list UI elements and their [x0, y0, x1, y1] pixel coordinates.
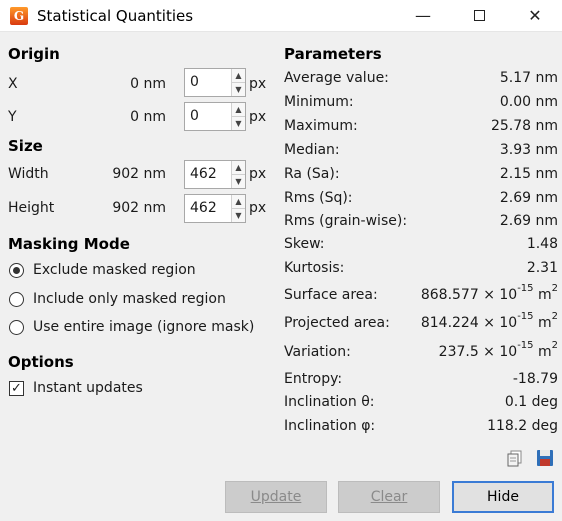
close-button[interactable]: ✕	[512, 0, 558, 32]
parameter-label: Inclination φ:	[284, 418, 376, 434]
parameter-value: 2.31	[526, 260, 558, 276]
parameter-label: Maximum:	[284, 118, 358, 134]
parameter-value-mantissa: 814.224 × 10	[420, 315, 518, 331]
hide-button-label: Hide	[487, 489, 519, 505]
parameter-value: -18.79	[512, 371, 558, 387]
width-spinner[interactable]: 462 ▲ ▼	[184, 160, 246, 189]
parameter-value-mantissa: 237.5 × 10	[438, 344, 518, 360]
parameter-label: Ra (Sa):	[284, 166, 340, 182]
spin-down-icon[interactable]: ▼	[232, 174, 245, 187]
parameter-value: 3.93 nm	[499, 142, 558, 158]
parameter-label: Variation:	[284, 344, 351, 360]
save-icon[interactable]	[536, 449, 554, 467]
parameter-value: 2.15 nm	[499, 166, 558, 182]
parameter-value-unit: m	[533, 287, 552, 303]
spin-up-icon[interactable]: ▲	[232, 69, 245, 82]
parameter-label: Rms (grain-wise):	[284, 213, 408, 229]
parameter-label: Kurtosis:	[284, 260, 345, 276]
parameter-value-exp: -15	[517, 340, 534, 351]
height-spinner[interactable]: 462 ▲ ▼	[184, 194, 246, 223]
hide-button[interactable]: Hide	[452, 481, 554, 513]
origin-x-input[interactable]: 0	[190, 74, 199, 90]
clear-button[interactable]: Clear	[338, 481, 440, 513]
masking-heading: Masking Mode	[8, 235, 130, 253]
minimize-button[interactable]: —	[400, 0, 446, 32]
origin-y-label: Y	[8, 109, 17, 125]
parameters-heading: Parameters	[284, 45, 382, 63]
spin-up-icon[interactable]: ▲	[232, 161, 245, 174]
radio-entire-image-label[interactable]: Use entire image (ignore mask)	[33, 319, 254, 335]
parameter-value: 25.78 nm	[490, 118, 558, 134]
radio-entire-image[interactable]	[9, 320, 24, 335]
origin-x-value: 0 nm	[130, 76, 166, 92]
update-button-label: Update	[250, 489, 302, 505]
parameter-value: 2.69 nm	[499, 190, 558, 206]
parameter-value: 5.17 nm	[499, 70, 558, 86]
parameter-value: 2.69 nm	[499, 213, 558, 229]
parameter-value-exp: -15	[517, 283, 534, 294]
parameter-label: Median:	[284, 142, 340, 158]
origin-heading: Origin	[8, 45, 60, 63]
parameter-value-unit: m	[533, 315, 552, 331]
origin-x-unit: px	[249, 76, 267, 92]
update-button[interactable]: Update	[225, 481, 327, 513]
radio-exclude-masked[interactable]	[9, 263, 24, 278]
title-bar: G Statistical Quantities — ✕	[0, 0, 562, 32]
radio-exclude-masked-label[interactable]: Exclude masked region	[33, 262, 196, 278]
parameter-value: 814.224 × 10-15 m2	[420, 311, 558, 331]
origin-y-spinner[interactable]: 0 ▲ ▼	[184, 102, 246, 131]
width-value: 902 nm	[112, 166, 166, 182]
spin-down-icon[interactable]: ▼	[232, 208, 245, 221]
width-input[interactable]: 462	[190, 166, 217, 182]
spin-up-icon[interactable]: ▲	[232, 103, 245, 116]
origin-y-input[interactable]: 0	[190, 108, 199, 124]
parameter-value: 1.48	[526, 236, 558, 252]
parameter-value-unit-exp: 2	[551, 283, 558, 294]
width-label: Width	[8, 166, 49, 182]
app-logo-icon: G	[10, 7, 28, 25]
origin-x-label: X	[8, 76, 18, 92]
parameter-value: 118.2 deg	[487, 418, 558, 434]
parameter-label: Surface area:	[284, 287, 378, 303]
origin-x-spinner[interactable]: 0 ▲ ▼	[184, 68, 246, 97]
window-title: Statistical Quantities	[37, 7, 194, 25]
height-label: Height	[8, 200, 55, 216]
parameter-value-mantissa: 868.577 × 10	[420, 287, 518, 303]
origin-y-unit: px	[249, 109, 267, 125]
clear-button-label: Clear	[370, 489, 408, 505]
instant-updates-label[interactable]: Instant updates	[33, 380, 143, 396]
width-unit: px	[249, 166, 267, 182]
instant-updates-checkbox[interactable]: ✓	[9, 381, 24, 396]
size-heading: Size	[8, 137, 43, 155]
spin-up-icon[interactable]: ▲	[232, 195, 245, 208]
parameter-label: Entropy:	[284, 371, 343, 387]
parameter-value-unit-exp: 2	[551, 340, 558, 351]
origin-y-value: 0 nm	[130, 109, 166, 125]
parameter-label: Rms (Sq):	[284, 190, 353, 206]
parameter-value: 868.577 × 10-15 m2	[420, 283, 558, 303]
options-heading: Options	[8, 353, 74, 371]
height-unit: px	[249, 200, 267, 216]
parameter-value: 0.1 deg	[504, 394, 558, 410]
parameter-label: Average value:	[284, 70, 389, 86]
height-input[interactable]: 462	[190, 200, 217, 216]
height-value: 902 nm	[112, 200, 166, 216]
parameter-label: Skew:	[284, 236, 325, 252]
parameter-value-unit-exp: 2	[551, 311, 558, 322]
parameter-label: Minimum:	[284, 94, 354, 110]
parameter-value: 237.5 × 10-15 m2	[438, 340, 558, 360]
spin-down-icon[interactable]: ▼	[232, 116, 245, 129]
parameter-label: Projected area:	[284, 315, 390, 331]
parameter-value: 0.00 nm	[499, 94, 558, 110]
radio-include-masked-label[interactable]: Include only masked region	[33, 291, 226, 307]
parameter-value-exp: -15	[517, 311, 534, 322]
parameter-label: Inclination θ:	[284, 394, 375, 410]
copy-icon[interactable]	[506, 450, 524, 468]
maximize-button[interactable]	[456, 0, 502, 32]
spin-down-icon[interactable]: ▼	[232, 82, 245, 95]
parameter-value-unit: m	[533, 344, 552, 360]
radio-include-masked[interactable]	[9, 292, 24, 307]
